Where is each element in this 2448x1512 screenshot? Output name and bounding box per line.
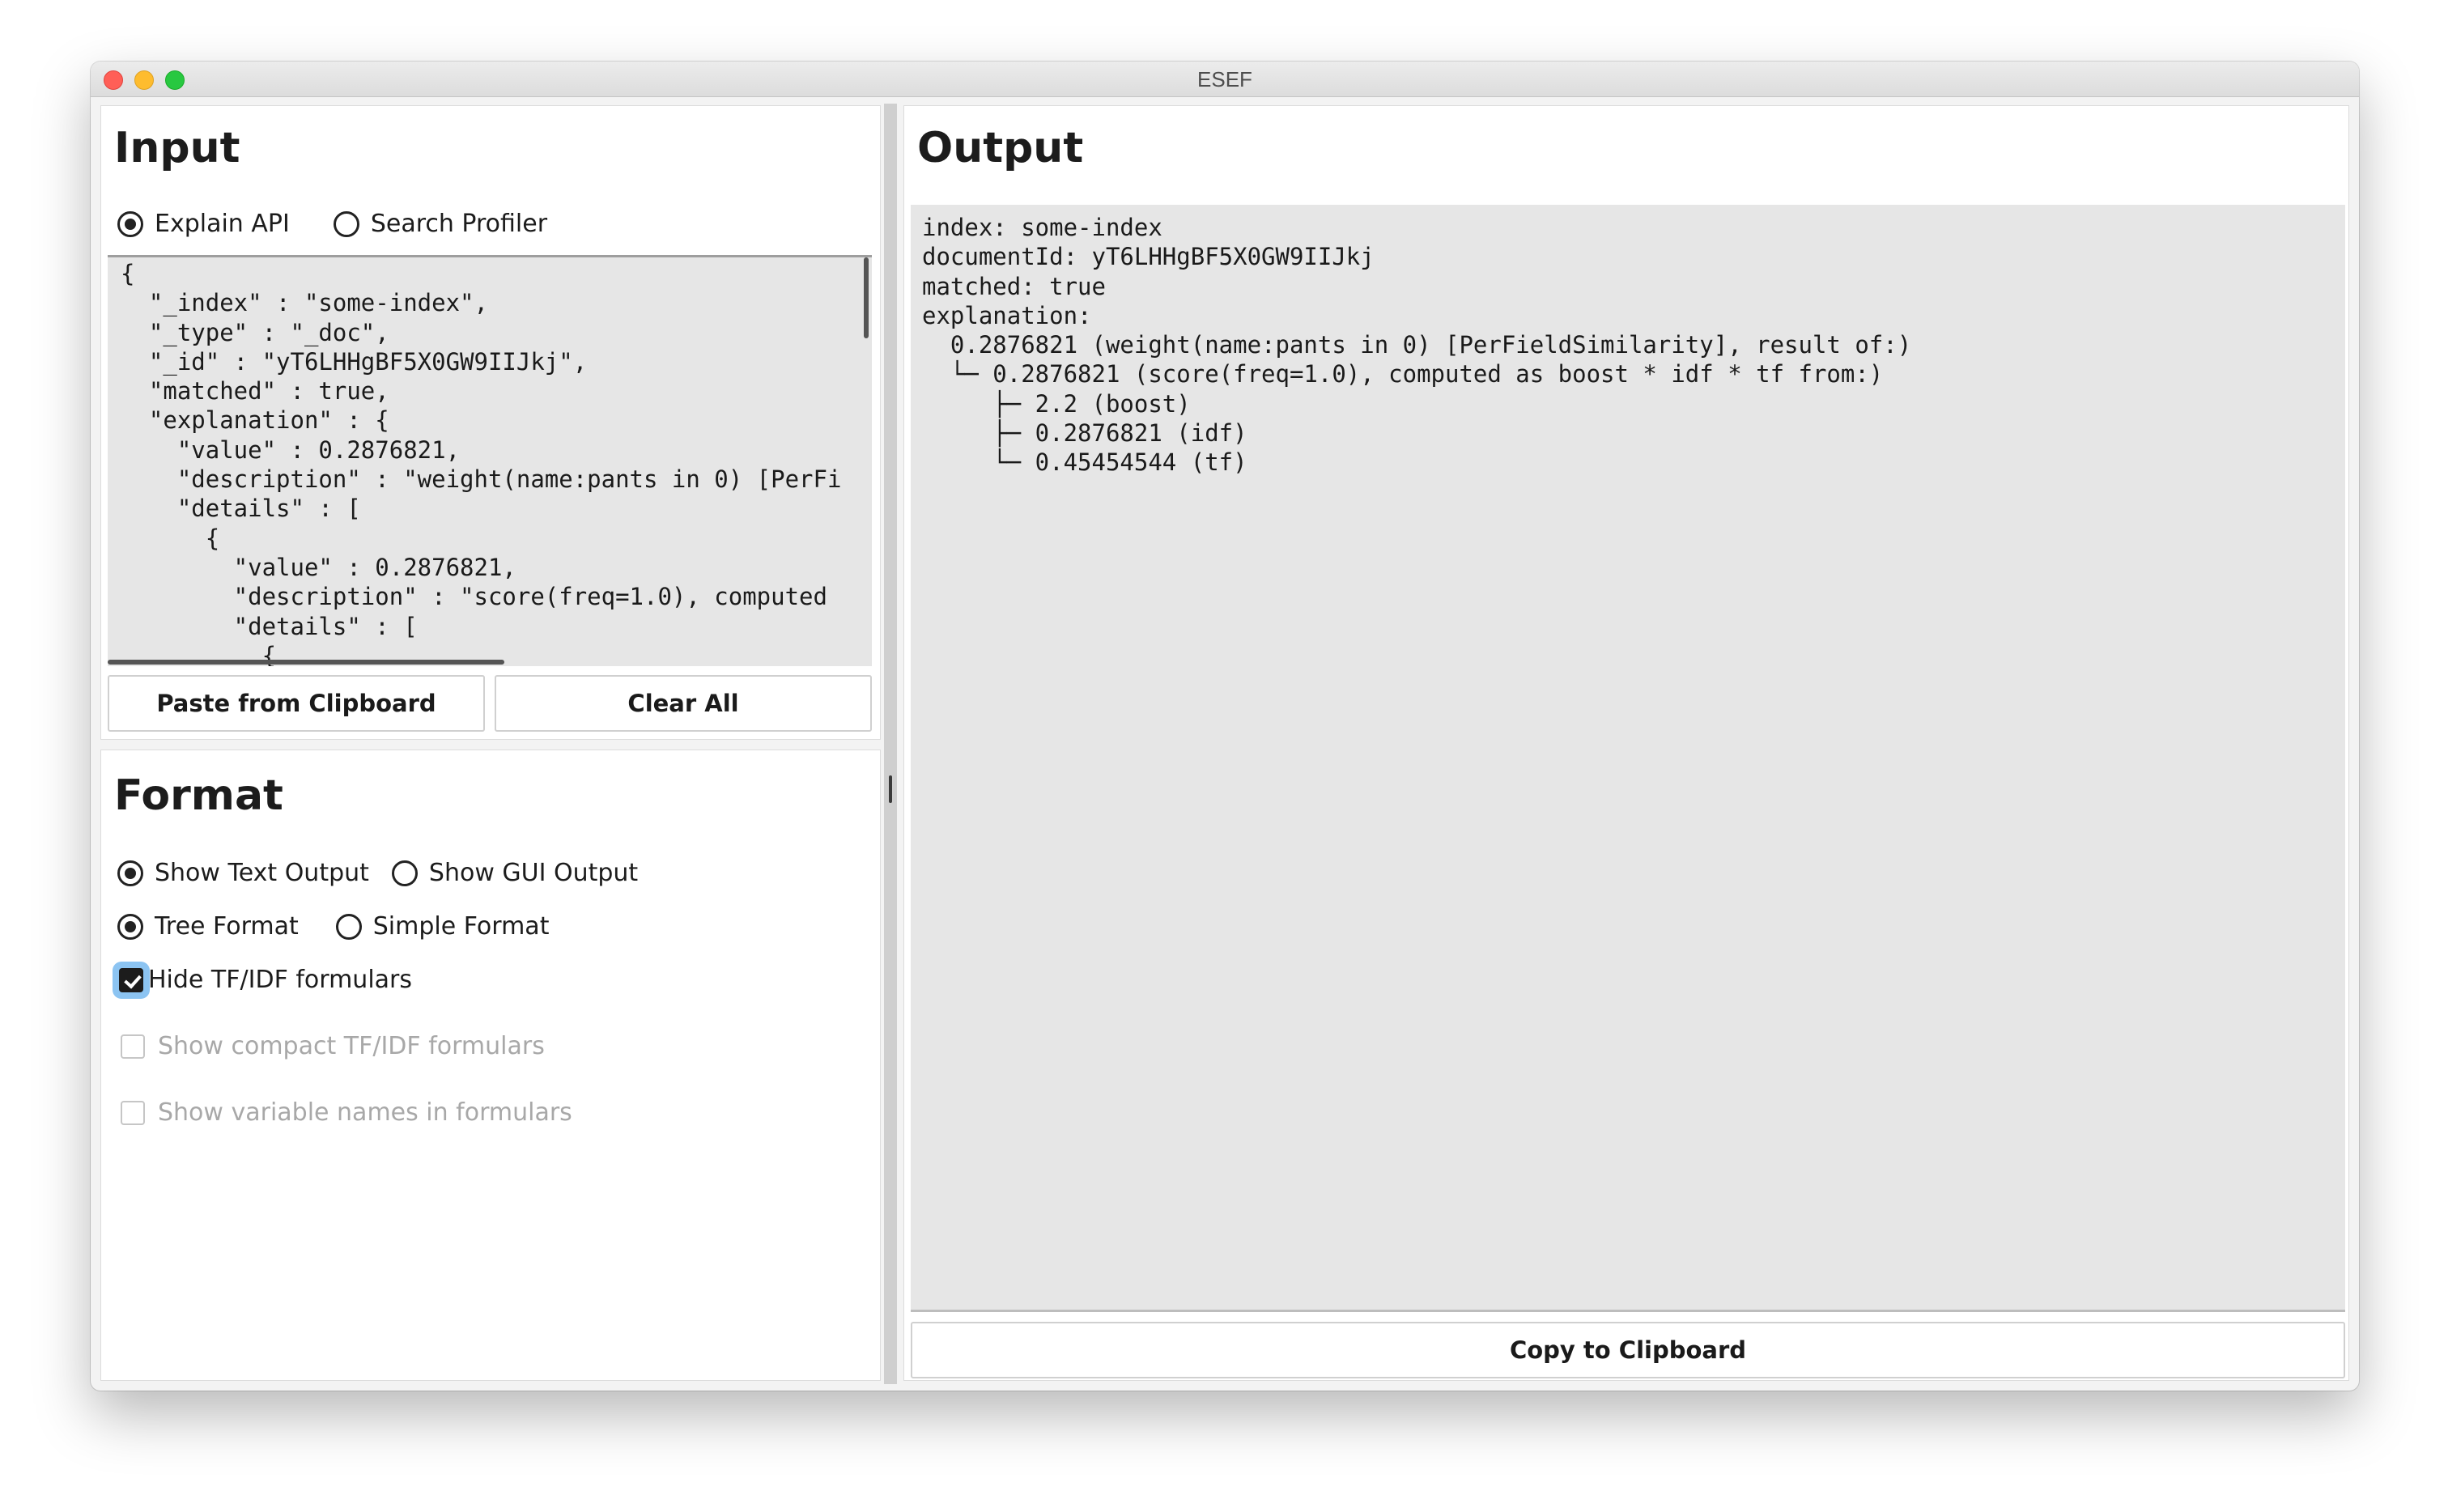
- input-code-line: "description" : "weight(name:pants in 0)…: [121, 465, 842, 494]
- tree-format-label[interactable]: Tree Format: [155, 912, 299, 941]
- input-code-line: "_type" : "_doc",: [121, 318, 389, 346]
- output-line: index: some-index: [922, 214, 1162, 241]
- input-code-line: "value" : 0.2876821,: [121, 553, 516, 581]
- output-panel: Output index: some-index documentId: yT6L…: [903, 105, 2349, 1381]
- output-line: matched: true: [922, 272, 1106, 300]
- input-code-line: "matched" : true,: [121, 377, 389, 406]
- input-code-line: {: [121, 260, 135, 287]
- show-text-output-radio[interactable]: [117, 860, 143, 886]
- output-line: documentId: yT6LHHgBF5X0GW9IIJkj: [922, 243, 1375, 271]
- explain-api-radio[interactable]: [117, 210, 143, 237]
- input-code-line: "value" : 0.2876821,: [121, 435, 461, 464]
- input-text-area[interactable]: { "_index" : "some-index", "_type" : "_d…: [108, 255, 872, 666]
- input-code-line: "details" : [: [121, 612, 418, 640]
- input-horizontal-scrollbar[interactable]: [108, 660, 504, 665]
- output-line: 0.2876821 (weight(name:pants in 0) [PerF…: [922, 331, 1912, 359]
- search-profiler-radio[interactable]: [333, 210, 359, 237]
- output-line: ├─ 0.2876821 (idf): [922, 419, 1247, 448]
- output-line: ├─ 2.2 (boost): [922, 389, 1191, 418]
- input-mode-group: Explain API Search Profiler: [117, 210, 591, 238]
- simple-format-label[interactable]: Simple Format: [373, 912, 550, 941]
- tree-mode-group: Tree Format Simple Format: [117, 912, 593, 941]
- output-text-area[interactable]: index: some-index documentId: yT6LHHgBF5X…: [911, 205, 2345, 1312]
- show-compact-tfidf-option[interactable]: Show compact TF/IDF formulars: [121, 1032, 545, 1060]
- input-code-line: {: [121, 524, 220, 552]
- paste-from-clipboard-button[interactable]: Paste from Clipboard: [108, 675, 485, 732]
- show-variable-names-label[interactable]: Show variable names in formulars: [158, 1098, 572, 1127]
- input-json-text[interactable]: { "_index" : "some-index", "_type" : "_d…: [121, 259, 841, 666]
- title-bar: ESEF: [91, 62, 2359, 97]
- output-text: index: some-index documentId: yT6LHHgBF5X…: [922, 213, 1911, 478]
- panel-splitter[interactable]: [884, 104, 897, 1384]
- input-vertical-scrollbar[interactable]: [864, 257, 869, 338]
- hide-tfidf-label[interactable]: Hide TF/IDF formulars: [148, 966, 412, 994]
- show-gui-output-label[interactable]: Show GUI Output: [429, 859, 638, 887]
- search-profiler-label[interactable]: Search Profiler: [371, 210, 547, 238]
- output-title: Output: [917, 124, 1084, 172]
- splitter-grip-icon[interactable]: [889, 775, 892, 803]
- explain-api-label[interactable]: Explain API: [155, 210, 290, 238]
- show-compact-tfidf-checkbox[interactable]: [121, 1034, 145, 1059]
- input-code-line: "_index" : "some-index",: [121, 289, 488, 317]
- copy-to-clipboard-button[interactable]: Copy to Clipboard: [911, 1322, 2345, 1378]
- show-variable-names-checkbox[interactable]: [121, 1100, 145, 1125]
- input-title: Input: [114, 124, 240, 172]
- output-line: └─ 0.45454544 (tf): [922, 448, 1247, 477]
- input-code-line: "explanation" : {: [121, 406, 389, 435]
- format-panel: Format Show Text Output Show GUI Output …: [100, 750, 881, 1381]
- output-line: └─ 0.2876821 (score(freq=1.0), computed …: [922, 360, 1884, 389]
- input-code-line: "description" : "score(freq=1.0), comput…: [121, 583, 827, 611]
- tree-format-radio[interactable]: [117, 913, 143, 940]
- output-mode-group: Show Text Output Show GUI Output: [117, 859, 682, 887]
- output-line: explanation:: [922, 301, 1092, 329]
- simple-format-radio[interactable]: [335, 913, 362, 940]
- show-variable-names-option[interactable]: Show variable names in formulars: [121, 1098, 572, 1127]
- show-gui-output-radio[interactable]: [391, 860, 418, 886]
- format-title: Format: [114, 771, 283, 820]
- input-panel: Input Explain API Search Profiler { "_in…: [100, 105, 881, 740]
- input-code-line: "_id" : "yT6LHHgBF5X0GW9IIJkj",: [121, 347, 588, 376]
- window-title: ESEF: [1197, 67, 1252, 91]
- clear-all-button[interactable]: Clear All: [495, 675, 872, 732]
- input-code-line: "details" : [: [121, 495, 361, 523]
- hide-tfidf-option[interactable]: Hide TF/IDF formulars: [119, 966, 412, 994]
- app-window: ESEF Input Explain API Search Profiler {…: [91, 62, 2359, 1391]
- show-text-output-label[interactable]: Show Text Output: [155, 859, 369, 887]
- hide-tfidf-checkbox[interactable]: [119, 967, 143, 992]
- show-compact-tfidf-label[interactable]: Show compact TF/IDF formulars: [158, 1032, 545, 1060]
